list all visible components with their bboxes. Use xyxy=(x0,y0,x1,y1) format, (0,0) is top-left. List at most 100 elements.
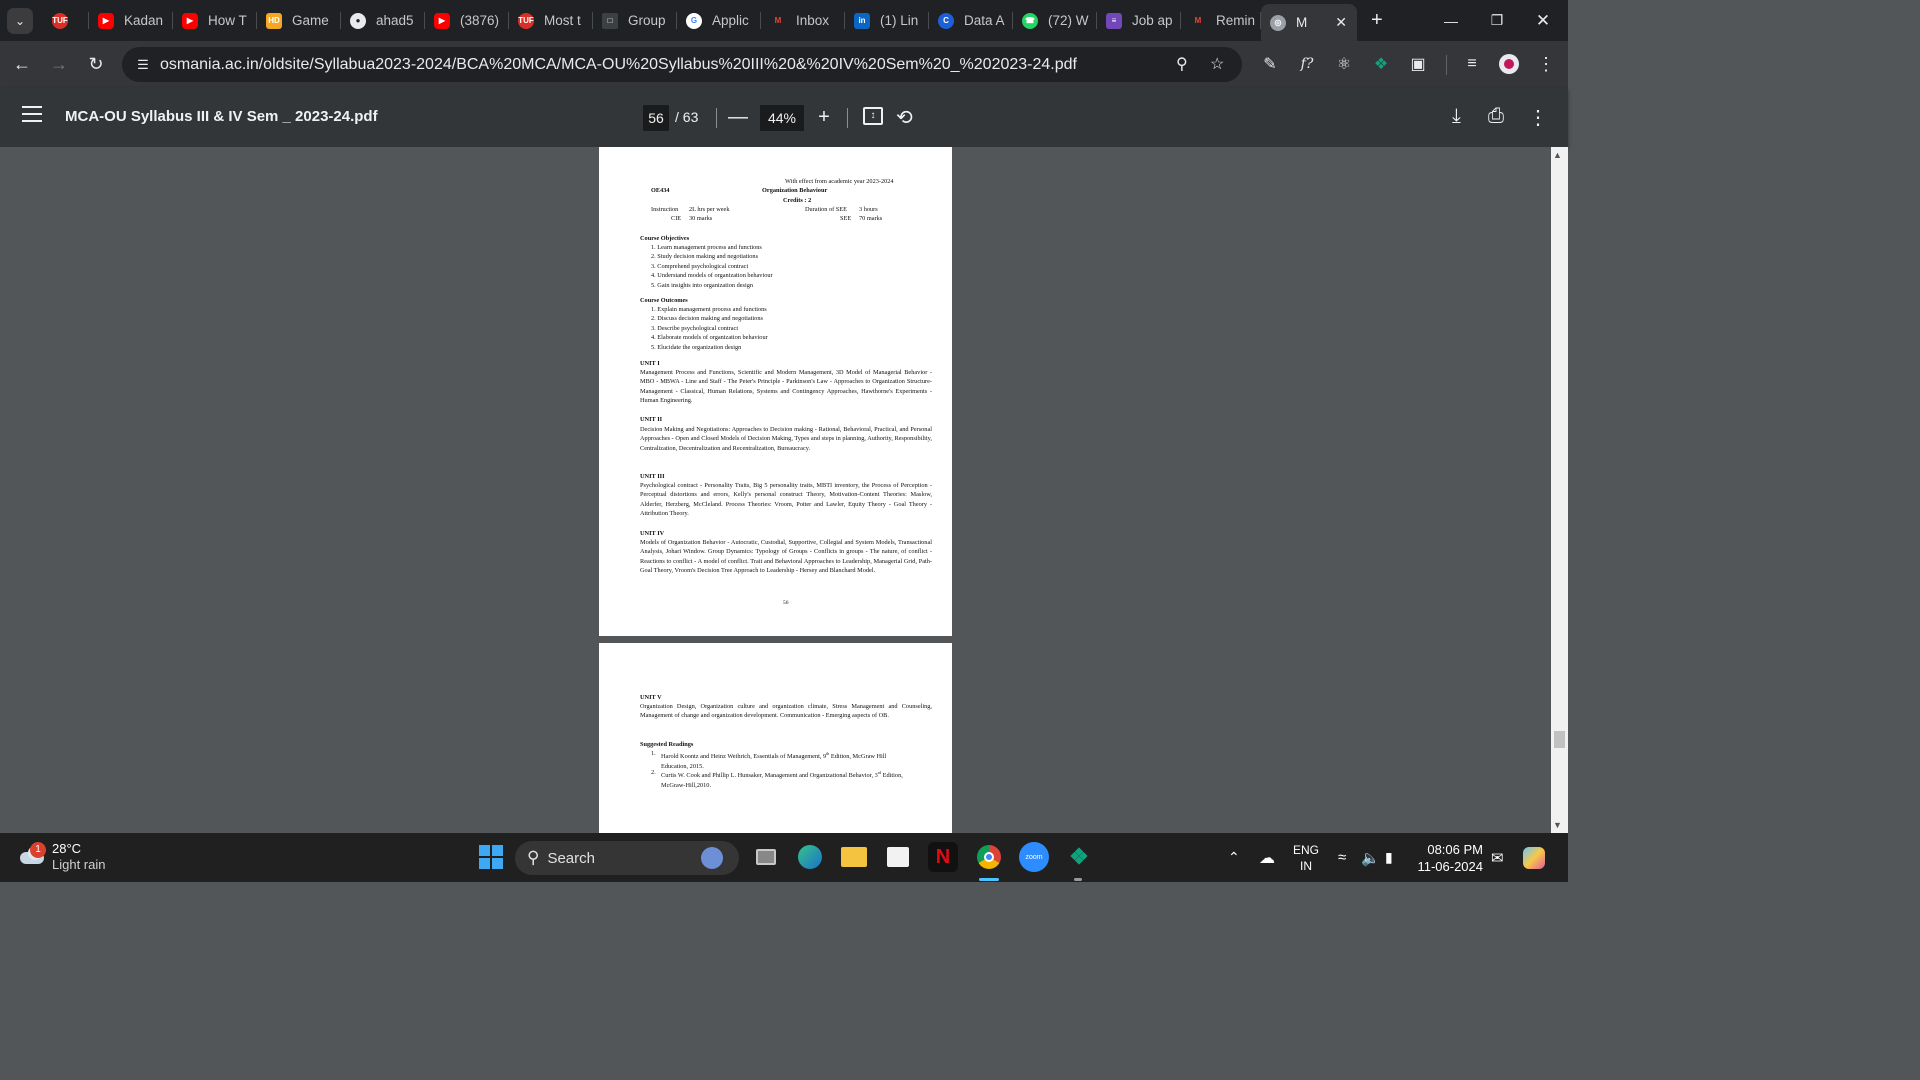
volume-icon[interactable]: 🔈 xyxy=(1361,833,1380,882)
new-tab-button[interactable]: + xyxy=(1371,9,1383,32)
minimize-button[interactable]: — xyxy=(1428,0,1474,41)
hd-icon: HD xyxy=(266,12,282,29)
browser-tab[interactable]: in (1) Lin xyxy=(845,0,929,41)
chatgpt-taskbar-icon[interactable]: ❖ xyxy=(1064,842,1094,872)
unit1-heading: UNIT I xyxy=(640,360,660,367)
cie-label: CIE xyxy=(671,215,682,222)
browser-tab[interactable]: M Inbox xyxy=(761,0,845,41)
browser-tab[interactable]: TUF xyxy=(43,0,89,41)
cloud-rain-icon: 1 xyxy=(18,842,48,872)
chrome-menu-icon[interactable]: ⋮ xyxy=(1533,49,1559,79)
media-control-icon[interactable]: ≡ xyxy=(1459,49,1485,79)
netflix-icon[interactable]: N xyxy=(928,842,958,872)
list-item: 4. Understand models of organization beh… xyxy=(651,272,773,280)
toolbar-divider xyxy=(1446,55,1447,75)
react-extension-icon[interactable]: ⚛ xyxy=(1331,49,1357,79)
task-view-icon[interactable] xyxy=(751,842,781,872)
tuf-icon: TUF xyxy=(518,12,534,29)
pdf-viewer[interactable]: With effect from academic year 2023-2024… xyxy=(0,147,1568,833)
browser-tab[interactable]: ≡ Job ap xyxy=(1097,0,1181,41)
close-tab-icon[interactable]: ✕ xyxy=(1335,14,1347,31)
language-indicator[interactable]: ENG IN xyxy=(1293,833,1319,882)
onedrive-cloud-icon[interactable]: ☁ xyxy=(1259,833,1275,882)
browser-tab[interactable]: G Applic xyxy=(677,0,761,41)
browser-tab[interactable]: TUF Most t xyxy=(509,0,593,41)
microsoft-store-icon[interactable] xyxy=(883,842,913,872)
fit-to-page-icon[interactable]: ↕ xyxy=(863,107,883,125)
unit3-text: Psychological contract - Personality Tra… xyxy=(640,482,932,518)
rotate-icon[interactable]: ⟲ xyxy=(896,105,913,130)
system-clock[interactable]: 08:06 PM 11-06-2024 xyxy=(1415,841,1483,875)
browser-tab[interactable]: ● ahad5 xyxy=(341,0,425,41)
restore-button[interactable]: ❐ xyxy=(1474,0,1520,41)
print-icon[interactable]: ⎙ xyxy=(1488,105,1504,128)
browser-tab[interactable]: ▶ How T xyxy=(173,0,257,41)
google-icon: G xyxy=(686,12,702,29)
download-icon[interactable]: ⤓ xyxy=(1452,105,1461,128)
see-value: 70 marks xyxy=(859,215,883,222)
wifi-icon[interactable]: ≈ xyxy=(1338,833,1346,882)
profile-avatar[interactable] xyxy=(1499,54,1519,74)
url-text[interactable]: osmania.ac.in/oldsite/Syllabua2023-2024/… xyxy=(160,56,1077,74)
zoom-level-input[interactable]: 44% xyxy=(760,105,804,131)
forward-button[interactable]: → xyxy=(41,46,77,82)
zoom-in-button[interactable]: + xyxy=(811,104,837,130)
list-item: 3. Comprehend psychological contract xyxy=(651,262,749,270)
scrollbar-thumb[interactable] xyxy=(1554,731,1565,748)
browser-tab[interactable]: M Remin xyxy=(1181,0,1261,41)
taskbar-search-box[interactable]: ⚲ Search xyxy=(515,841,739,875)
reload-icon: ↻ xyxy=(88,53,104,74)
scroll-up-arrow-icon[interactable]: ▲ xyxy=(1553,150,1562,160)
browser-tab[interactable]: ▶ (3876) xyxy=(425,0,509,41)
bookmark-star-icon[interactable]: ☆ xyxy=(1210,54,1224,74)
unit2-heading: UNIT II xyxy=(640,416,663,423)
pdf-title: MCA-OU Syllabus III & IV Sem _ 2023-24.p… xyxy=(65,108,378,125)
page-number-input[interactable]: 56 xyxy=(643,105,669,131)
instruction-value: 2L hrs per week xyxy=(689,206,730,213)
forms-icon: ≡ xyxy=(1106,12,1122,29)
c-icon: C xyxy=(938,12,954,29)
close-window-button[interactable]: ✕ xyxy=(1520,0,1566,41)
browser-tab[interactable]: ◎ M ✕ xyxy=(1261,4,1357,41)
extensions-puzzle-icon[interactable]: ▣ xyxy=(1405,49,1431,79)
windows-start-icon[interactable] xyxy=(476,842,506,872)
browser-tab[interactable]: □ Group xyxy=(593,0,677,41)
show-hidden-icons-chevron-icon[interactable]: ⌃ xyxy=(1228,833,1240,882)
see-label: SEE xyxy=(840,215,852,222)
outcomes-heading: Course Outcomes xyxy=(640,297,688,304)
copilot-icon[interactable] xyxy=(1523,833,1545,882)
whatsapp-icon: ☎ xyxy=(1022,12,1038,29)
address-bar[interactable]: ☰ osmania.ac.in/oldsite/Syllabua2023-202… xyxy=(122,47,1242,82)
search-highlight-icon xyxy=(701,847,723,869)
tab-title: Most t xyxy=(544,13,581,28)
arrow-right-icon: → xyxy=(50,53,68,74)
browser-tab[interactable]: C Data A xyxy=(929,0,1013,41)
chrome-taskbar-icon[interactable] xyxy=(974,842,1004,872)
eyedropper-extension-icon[interactable]: ✎ xyxy=(1257,49,1283,79)
more-actions-icon[interactable]: ⋮ xyxy=(1528,105,1548,130)
zoom-icon[interactable]: zoom xyxy=(1019,842,1049,872)
notification-bell-icon[interactable]: ✉ xyxy=(1491,833,1504,882)
windows-taskbar: 1 28°C Light rain ⚲ Search N zoom ❖ ⌃ ☁ … xyxy=(0,833,1568,882)
zoom-out-button[interactable]: — xyxy=(725,104,751,130)
sidebar-menu-icon[interactable] xyxy=(22,106,42,127)
back-button[interactable]: ← xyxy=(4,46,40,82)
formula-extension-icon[interactable]: f? xyxy=(1294,49,1320,79)
browser-tab[interactable]: ☎ (72) W xyxy=(1013,0,1097,41)
browser-tab[interactable]: ▶ Kadan xyxy=(89,0,173,41)
battery-icon[interactable]: ▮ xyxy=(1385,833,1393,882)
site-info-icon[interactable]: ☰ xyxy=(128,57,158,73)
reload-button[interactable]: ↻ xyxy=(78,46,114,82)
browser-tab[interactable]: HD Game xyxy=(257,0,341,41)
tab-search-button[interactable]: ⌄ xyxy=(7,7,33,34)
weather-widget[interactable]: 1 28°C Light rain xyxy=(18,841,105,873)
objectives-list: 1. Learn management process and function… xyxy=(630,243,930,290)
zoom-magnifier-icon[interactable]: ⚲ xyxy=(1176,54,1188,74)
unit5-text: Organization Design, Organization cultur… xyxy=(640,703,932,720)
scroll-down-arrow-icon[interactable]: ▼ xyxy=(1553,820,1562,830)
file-explorer-icon[interactable] xyxy=(839,842,869,872)
edge-icon[interactable] xyxy=(795,842,825,872)
language-code: ENG xyxy=(1293,842,1320,857)
arrow-left-icon: ← xyxy=(13,53,31,74)
chatgpt-extension-icon[interactable]: ❖ xyxy=(1368,49,1394,79)
